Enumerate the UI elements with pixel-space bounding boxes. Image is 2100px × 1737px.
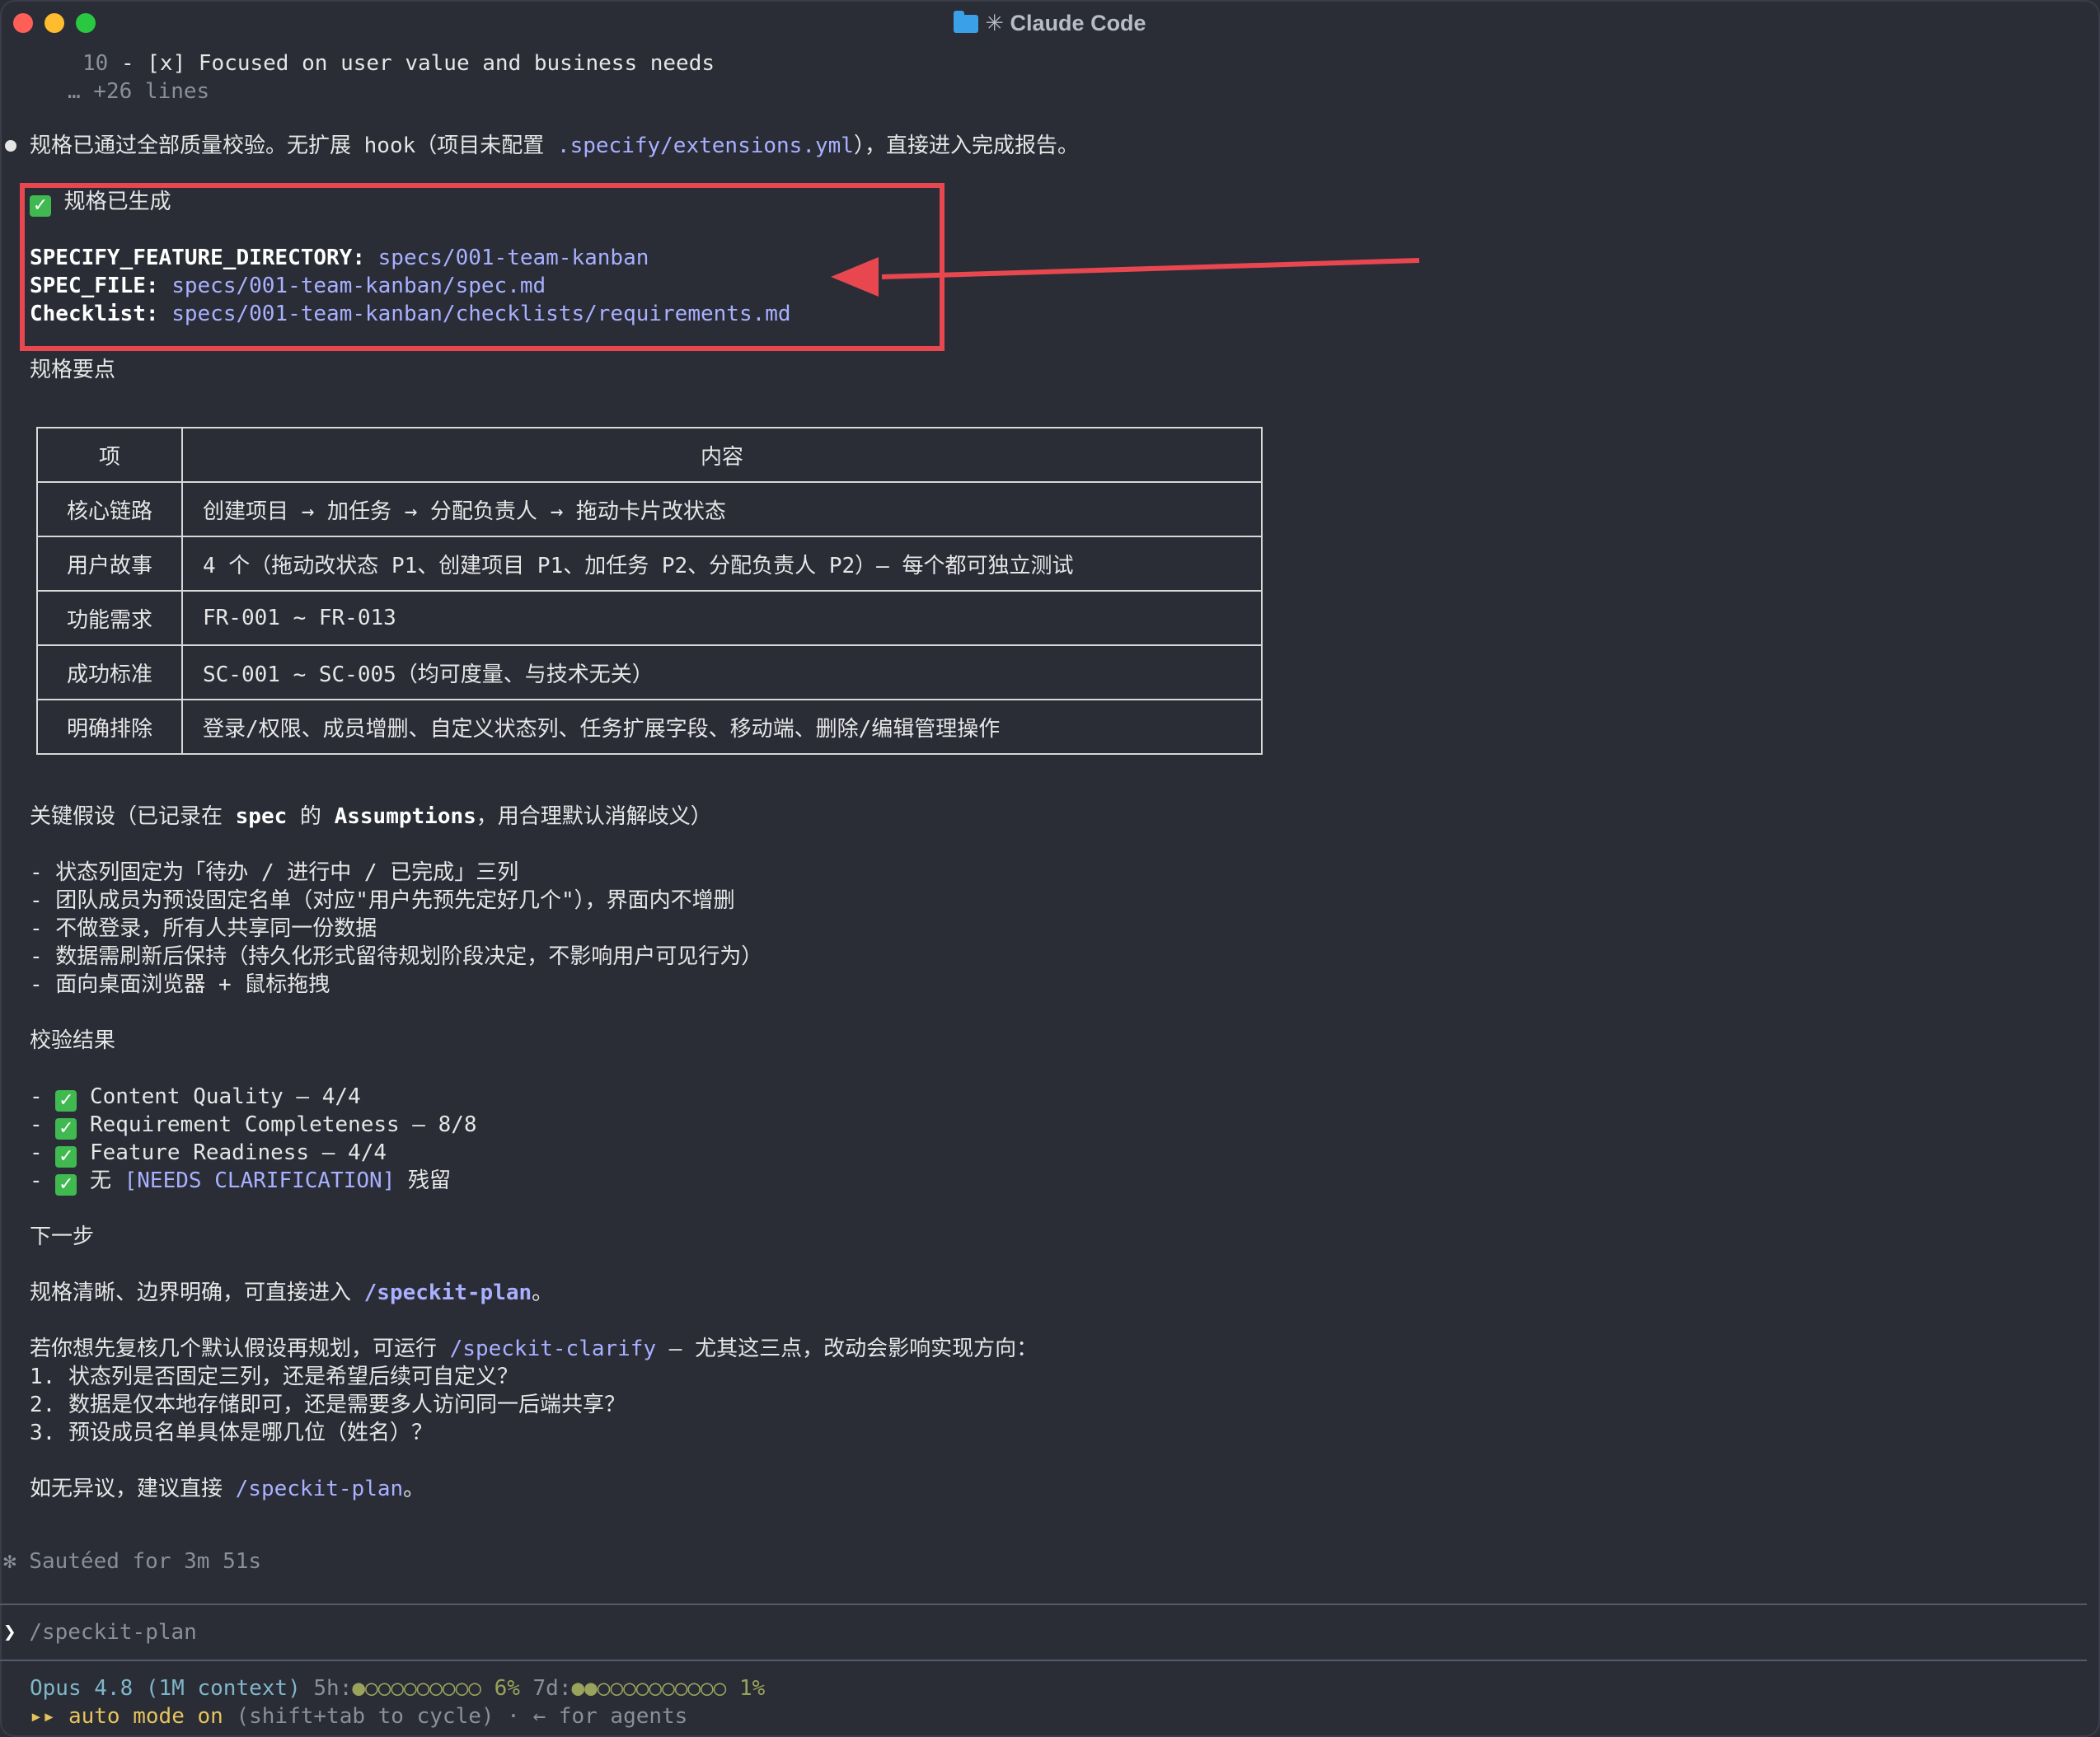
mode-line: ▸▸ auto mode on (shift+tab to cycle) · ←… (30, 1702, 687, 1730)
prompt-caret-icon: ❯ (3, 1620, 16, 1645)
next-line-2: 若你想先复核几个默认假设再规划，可运行 /speckit-clarify — 尤… (30, 1335, 1038, 1363)
next-text: 若你想先复核几个默认假设再规划，可运行 (30, 1337, 450, 1361)
list-item: 2. 数据是仅本地存储即可，还是需要多人访问同一后端共享？ (30, 1393, 626, 1417)
list-item: - 团队成员为预设固定名单（对应"用户先预先定好几个"），界面内不增删 (30, 888, 735, 913)
table-cell: 用户故事 (36, 536, 183, 592)
list-item: - ✓ Requirement Completeness — 8/8 (30, 1112, 477, 1140)
table-row: 成功标准 SC-001 ~ SC-005（均可度量、与技术无关） (36, 644, 1263, 700)
table-cell: 4 个（拖动改状态 P1、创建项目 P1、加任务 P2、分配负责人 P2）— 每… (181, 536, 1263, 592)
list-item: 3. 预设成员名单具体是哪几位（姓名）？ (30, 1421, 433, 1445)
table-row: 明确排除 登录/权限、成员增删、自定义状态列、任务扩展字段、移动端、删除/编辑管… (36, 699, 1263, 755)
next-text-end: 。 (532, 1281, 554, 1305)
usage-5h-label: 5h: (313, 1676, 353, 1701)
next-text-end: — 尤其这三点，改动会影响实现方向： (656, 1337, 1038, 1361)
table-cell: 核心链路 (36, 481, 183, 537)
usage-5h-percent: 6% (494, 1676, 520, 1701)
validation-heading: 校验结果 (30, 1028, 116, 1053)
assumptions-heading-c: ，用合理默认消解歧义） (476, 804, 712, 829)
prompt-separator-top (0, 1604, 2087, 1605)
list-item: - ✓ 无 [NEEDS CLARIFICATION] 残留 (30, 1168, 452, 1196)
final-line: 如无异议，建议直接 /speckit-plan。 (30, 1475, 424, 1503)
prompt-separator-bottom (0, 1660, 2087, 1661)
table-cell: 成功标准 (36, 644, 183, 700)
model-label: Opus 4.8 (1M context) (30, 1676, 301, 1701)
check-icon: ✓ (55, 1146, 77, 1168)
assumptions-heading: 关键假设（已记录在 spec 的 Assumptions，用合理默认消解歧义） (30, 803, 712, 831)
table-cell: SC-001 ~ SC-005（均可度量、与技术无关） (181, 644, 1263, 700)
list-item: - ✓ Content Quality — 4/4 (30, 1084, 361, 1112)
fast-forward-icon: ▸▸ (30, 1704, 56, 1729)
validation-item: 无 (89, 1168, 124, 1193)
check-icon: ✓ (55, 1090, 77, 1112)
table-cell: 功能需求 (36, 590, 183, 646)
table-cell: 登录/权限、成员增删、自定义状态列、任务扩展字段、移动端、删除/编辑管理操作 (181, 699, 1263, 755)
sauteed-status: ✻ Sautéed for 3m 51s (3, 1549, 262, 1574)
table-row: 用户故事 4 个（拖动改状态 P1、创建项目 P1、加任务 P2、分配负责人 P… (36, 536, 1263, 592)
assumptions-heading-b: 的 (287, 804, 335, 829)
check-icon: ✓ (55, 1118, 77, 1140)
usage-7d-label: 7d: (532, 1676, 572, 1701)
usage-7d-percent: 1% (739, 1676, 766, 1701)
spec-table: 项 内容 核心链路 创建项目 → 加任务 → 分配负责人 → 拖动卡片改状态 用… (36, 427, 1263, 755)
assumptions-heading-spec: spec (235, 804, 288, 829)
prompt-input[interactable]: /speckit-plan (29, 1620, 197, 1645)
final-text: 如无异议，建议直接 (30, 1477, 236, 1501)
validation-item: Feature Readiness — 4/4 (89, 1140, 387, 1165)
next-line-1: 规格清晰、边界明确，可直接进入 /speckit-plan。 (30, 1279, 553, 1307)
validation-item: Content Quality — 4/4 (89, 1084, 361, 1109)
speckit-clarify-command: /speckit-clarify (449, 1337, 657, 1361)
list-item: - 面向桌面浏览器 + 鼠标拖拽 (30, 972, 330, 997)
table-header-row: 项 内容 (36, 427, 1263, 483)
table-cell: 创建项目 → 加任务 → 分配负责人 → 拖动卡片改状态 (181, 481, 1263, 537)
validation-item: Requirement Completeness — 8/8 (89, 1112, 477, 1137)
terminal-window: ✳ Claude Code 10 - [x] Focused on user v… (0, 0, 2100, 1737)
needs-clarification-tag: [NEEDS CLARIFICATION] (124, 1168, 396, 1193)
list-item: - 数据需刷新后保持（持久化形式留待规划阶段决定，不影响用户可见行为） (30, 944, 763, 969)
table-header-cell: 内容 (181, 427, 1263, 483)
assumptions-heading-assumptions: Assumptions (334, 804, 476, 829)
speckit-plan-command: /speckit-plan (363, 1281, 532, 1305)
list-item: - ✓ Feature Readiness — 4/4 (30, 1140, 387, 1168)
usage-5h-bar: ●○○○○○○○○○ (352, 1676, 481, 1701)
auto-mode-label[interactable]: auto mode on (68, 1704, 223, 1729)
mode-hint: (shift+tab to cycle) · ← for agents (223, 1704, 688, 1729)
final-text-end: 。 (403, 1477, 425, 1501)
check-icon: ✓ (55, 1174, 77, 1196)
usage-7d-bar: ●●○○○○○○○○○○ (571, 1676, 727, 1701)
table-row: 核心链路 创建项目 → 加任务 → 分配负责人 → 拖动卡片改状态 (36, 481, 1263, 537)
next-heading: 下一步 (30, 1224, 95, 1249)
list-item: - 状态列固定为「待办 / 进行中 / 已完成」三列 (30, 860, 519, 885)
list-item: - 不做登录，所有人共享同一份数据 (30, 916, 377, 941)
assumptions-heading-a: 关键假设（已记录在 (30, 804, 236, 829)
table-cell: 明确排除 (36, 699, 183, 755)
prompt-line: ❯ /speckit-plan (3, 1618, 197, 1646)
speckit-plan-command: /speckit-plan (235, 1477, 404, 1501)
footer-status-line: Opus 4.8 (1M context) 5h:●○○○○○○○○○ 6% 7… (30, 1674, 765, 1702)
next-text: 规格清晰、边界明确，可直接进入 (30, 1281, 364, 1305)
table-header-cell: 项 (36, 427, 183, 483)
validation-item-end: 残留 (395, 1168, 452, 1193)
list-item: 1. 状态列是否固定三列，还是希望后续可自定义？ (30, 1365, 518, 1389)
table-cell: FR-001 ~ FR-013 (181, 590, 1263, 646)
table-row: 功能需求 FR-001 ~ FR-013 (36, 590, 1263, 646)
